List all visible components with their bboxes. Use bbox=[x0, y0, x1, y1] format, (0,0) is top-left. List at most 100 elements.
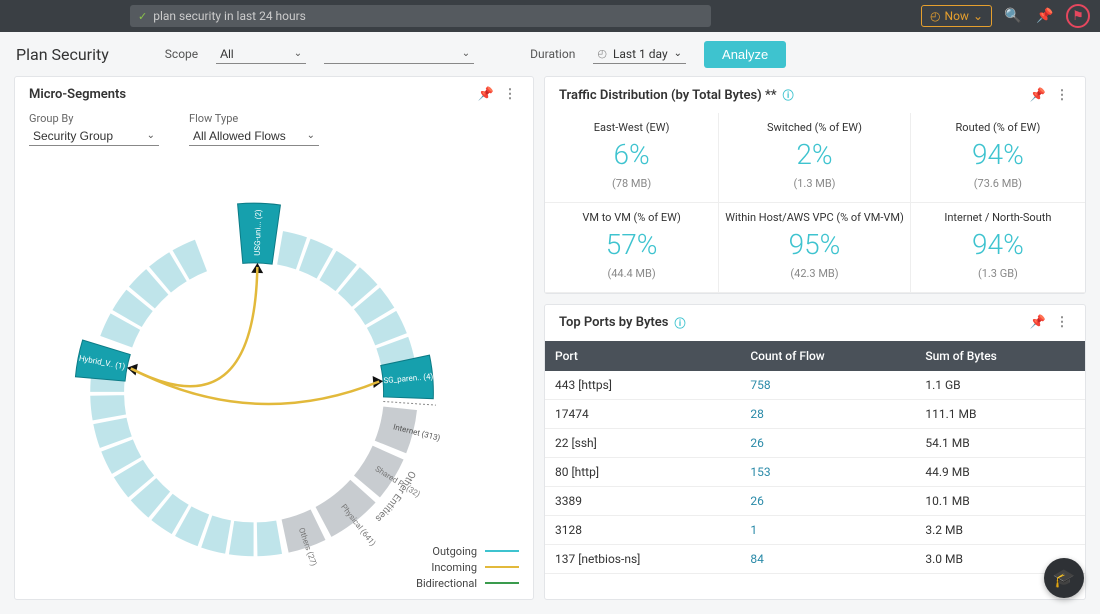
bytes-cell: 44.9 MB bbox=[915, 457, 1085, 486]
help-fab[interactable]: 🎓 bbox=[1044, 558, 1084, 598]
clock-icon: ◴ bbox=[597, 47, 607, 60]
more-icon[interactable]: ⋮ bbox=[1053, 315, 1071, 330]
table-row[interactable]: 17474 28 111.1 MB bbox=[545, 399, 1085, 428]
ports-table: PortCount of FlowSum of Bytes 443 [https… bbox=[545, 341, 1085, 574]
pin-icon[interactable]: 📌 bbox=[1034, 5, 1056, 27]
traffic-cell-value: 94% bbox=[917, 140, 1079, 171]
traffic-cell-sub: (44.4 MB) bbox=[551, 267, 712, 280]
count-cell[interactable]: 26 bbox=[740, 428, 915, 457]
panel-title: Top Ports by Bytes bbox=[559, 315, 668, 330]
top-bar: ✓ plan security in last 24 hours ◴ Now ⌄… bbox=[0, 0, 1100, 32]
traffic-cell-sub: (1.3 MB) bbox=[725, 177, 904, 190]
chord-chart[interactable]: Internet (313)Shared P.. (32)Physical (6… bbox=[15, 146, 533, 599]
traffic-cell: Routed (% of EW) 94% (73.6 MB) bbox=[911, 113, 1085, 203]
traffic-cell: Switched (% of EW) 2% (1.3 MB) bbox=[719, 113, 911, 203]
panel-traffic-distribution: Traffic Distribution (by Total Bytes) **… bbox=[544, 76, 1086, 294]
count-cell[interactable]: 758 bbox=[740, 371, 915, 400]
table-row[interactable]: 3128 1 3.2 MB bbox=[545, 515, 1085, 544]
groupby-select[interactable]: ⌄ bbox=[29, 127, 159, 146]
flowtype-label: Flow Type bbox=[189, 112, 319, 125]
info-icon[interactable]: ⓘ bbox=[783, 87, 794, 103]
table-row[interactable]: 80 [http] 153 44.9 MB bbox=[545, 457, 1085, 486]
count-cell[interactable]: 28 bbox=[740, 399, 915, 428]
count-cell[interactable]: 153 bbox=[740, 457, 915, 486]
table-header[interactable]: Port bbox=[545, 341, 740, 371]
info-icon[interactable]: ⓘ bbox=[674, 315, 685, 331]
search-icon[interactable]: 🔍 bbox=[1002, 5, 1024, 27]
count-cell[interactable]: 1 bbox=[740, 515, 915, 544]
traffic-cell-value: 95% bbox=[725, 230, 904, 261]
flowtype-select[interactable]: ⌄ bbox=[189, 127, 319, 146]
table-header[interactable]: Sum of Bytes bbox=[915, 341, 1085, 371]
legend-outgoing: Outgoing bbox=[432, 545, 477, 558]
page-title: Plan Security bbox=[16, 45, 109, 64]
duration-select[interactable]: ◴ Last 1 day ⌄ bbox=[593, 45, 686, 64]
chevron-down-icon: ⌄ bbox=[674, 48, 682, 59]
panel-title: Micro-Segments bbox=[29, 87, 126, 102]
count-cell[interactable]: 84 bbox=[740, 544, 915, 573]
pin-icon[interactable]: 📌 bbox=[1029, 315, 1047, 330]
traffic-cell-sub: (1.3 GB) bbox=[917, 267, 1079, 280]
port-cell: 137 [netbios-ns] bbox=[545, 544, 740, 573]
table-row[interactable]: 137 [netbios-ns] 84 3.0 MB bbox=[545, 544, 1085, 573]
traffic-cell-sub: (78 MB) bbox=[551, 177, 712, 190]
traffic-cell-label: Internet / North-South bbox=[917, 211, 1079, 224]
flowtype-control: Flow Type ⌄ bbox=[189, 112, 319, 146]
legend-incoming: Incoming bbox=[431, 561, 477, 574]
pin-icon[interactable]: 📌 bbox=[1029, 88, 1047, 103]
clock-icon: ◴ bbox=[930, 9, 940, 23]
traffic-cell-label: Within Host/AWS VPC (% of VM-VM) bbox=[725, 211, 904, 224]
graduation-cap-icon: 🎓 bbox=[1053, 568, 1075, 589]
port-cell: 80 [http] bbox=[545, 457, 740, 486]
table-row[interactable]: 443 [https] 758 1.1 GB bbox=[545, 371, 1085, 400]
now-label: Now bbox=[945, 9, 969, 23]
groupby-label: Group By bbox=[29, 112, 159, 125]
traffic-cell-value: 94% bbox=[917, 230, 1079, 261]
panel-micro-segments: Micro-Segments 📌 ⋮ Group By ⌄ Flow Type … bbox=[14, 76, 534, 600]
port-cell: 22 [ssh] bbox=[545, 428, 740, 457]
chart-legend: Outgoing Incoming Bidirectional bbox=[416, 543, 519, 591]
port-cell: 3128 bbox=[545, 515, 740, 544]
groupby-control: Group By ⌄ bbox=[29, 112, 159, 146]
traffic-cell-sub: (42.3 MB) bbox=[725, 267, 904, 280]
scope-value[interactable] bbox=[216, 45, 306, 64]
traffic-cell: Within Host/AWS VPC (% of VM-VM) 95% (42… bbox=[719, 203, 911, 293]
bytes-cell: 3.2 MB bbox=[915, 515, 1085, 544]
table-row[interactable]: 22 [ssh] 26 54.1 MB bbox=[545, 428, 1085, 457]
page-header: Plan Security Scope ⌄ ⌄ Duration ◴ Last … bbox=[0, 32, 1100, 76]
flag-icon[interactable]: ⚑ bbox=[1066, 4, 1090, 28]
port-cell: 17474 bbox=[545, 399, 740, 428]
scope-select[interactable]: ⌄ bbox=[216, 45, 306, 64]
bytes-cell: 1.1 GB bbox=[915, 371, 1085, 400]
traffic-cell: Internet / North-South 94% (1.3 GB) bbox=[911, 203, 1085, 293]
traffic-cell-label: Routed (% of EW) bbox=[917, 121, 1079, 134]
chord-svg: Internet (313)Shared P.. (32)Physical (6… bbox=[15, 146, 533, 599]
traffic-cell: East-West (EW) 6% (78 MB) bbox=[545, 113, 719, 203]
chevron-down-icon: ⌄ bbox=[973, 9, 983, 23]
traffic-cell-sub: (73.6 MB) bbox=[917, 177, 1079, 190]
table-header[interactable]: Count of Flow bbox=[740, 341, 915, 371]
scope-secondary-select[interactable]: ⌄ bbox=[324, 45, 474, 64]
traffic-cell-value: 6% bbox=[551, 140, 712, 171]
global-search[interactable]: ✓ plan security in last 24 hours bbox=[130, 5, 711, 27]
check-icon: ✓ bbox=[138, 10, 147, 23]
traffic-cell-label: VM to VM (% of EW) bbox=[551, 211, 712, 224]
more-icon[interactable]: ⋮ bbox=[1053, 88, 1071, 103]
search-text: plan security in last 24 hours bbox=[153, 9, 306, 23]
traffic-cell: VM to VM (% of EW) 57% (44.4 MB) bbox=[545, 203, 719, 293]
content-area: Micro-Segments 📌 ⋮ Group By ⌄ Flow Type … bbox=[0, 76, 1100, 614]
legend-bidirectional: Bidirectional bbox=[416, 577, 477, 590]
duration-label: Duration bbox=[530, 47, 575, 61]
traffic-cell-value: 57% bbox=[551, 230, 712, 261]
traffic-cell-value: 2% bbox=[725, 140, 904, 171]
panel-title: Traffic Distribution (by Total Bytes) ** bbox=[559, 88, 777, 103]
more-icon[interactable]: ⋮ bbox=[501, 87, 519, 102]
traffic-cell-label: Switched (% of EW) bbox=[725, 121, 904, 134]
table-row[interactable]: 3389 26 10.1 MB bbox=[545, 486, 1085, 515]
pin-icon[interactable]: 📌 bbox=[477, 87, 495, 102]
bytes-cell: 54.1 MB bbox=[915, 428, 1085, 457]
traffic-grid: East-West (EW) 6% (78 MB)Switched (% of … bbox=[545, 113, 1085, 293]
analyze-button[interactable]: Analyze bbox=[704, 41, 786, 68]
time-now-pill[interactable]: ◴ Now ⌄ bbox=[921, 5, 992, 27]
count-cell[interactable]: 26 bbox=[740, 486, 915, 515]
